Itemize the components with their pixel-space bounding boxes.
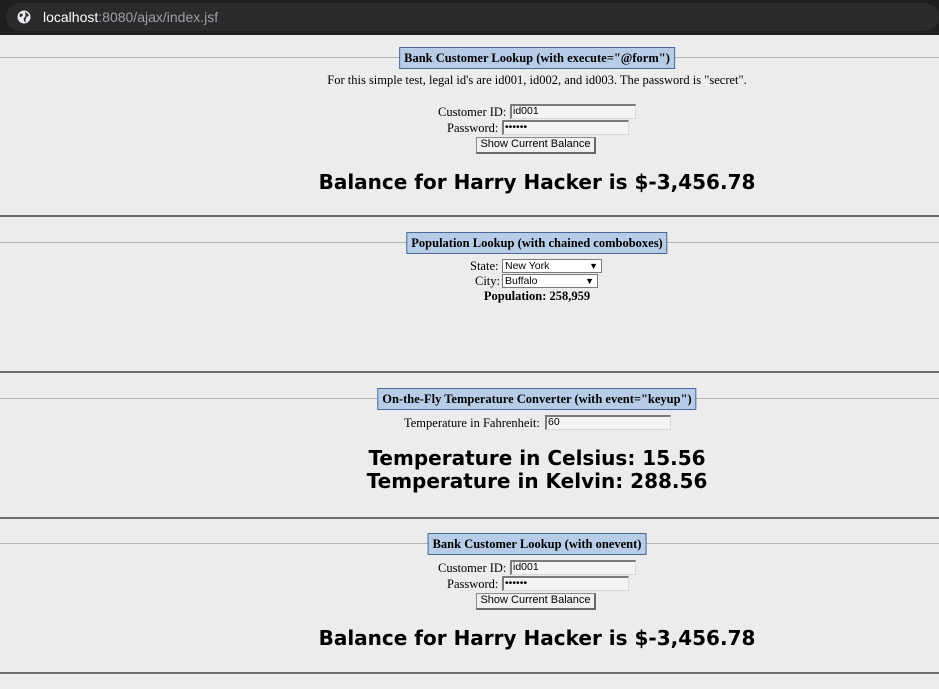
browser-address-bar: localhost:8080/ajax/index.jsf [0,0,939,35]
section-divider [0,517,939,519]
fahrenheit-input[interactable]: 60 [545,415,671,430]
section-divider [0,672,939,674]
customer-id-input[interactable]: id001 [510,104,636,119]
section-legend: On-the-Fly Temperature Converter (with e… [377,388,697,410]
url-host: localhost [43,9,99,25]
password-input[interactable]: •••••• [502,120,629,135]
customer-id-input[interactable]: id001 [510,560,636,575]
bank-lookup-onevent-section: Bank Customer Lookup (with onevent) Cust… [0,533,939,683]
globe-icon[interactable] [17,10,31,24]
password-label: Password: [447,121,499,135]
section-legend: Bank Customer Lookup (with onevent) [427,533,647,555]
kelvin-result: Temperature in Kelvin: 288.56 [366,469,708,493]
city-label: City: [475,274,501,288]
section-legend: Population Lookup (with chained combobox… [406,232,668,254]
balance-result: Balance for Harry Hacker is $-3,456.78 [318,170,756,194]
population-result: Population: 258,959 [483,289,591,303]
section-legend: Bank Customer Lookup (with execute="@for… [399,47,675,69]
triangle-down-icon: ▼ [585,276,594,286]
password-label: Password: [447,577,499,591]
population-lookup-section: Population Lookup (with chained combobox… [0,232,939,372]
instructions-text: For this simple test, legal id's are id0… [327,73,747,87]
state-select[interactable]: New York ▼ [502,259,602,273]
section-divider [0,371,939,373]
customer-id-label: Customer ID: [438,561,507,575]
balance-result: Balance for Harry Hacker is $-3,456.78 [318,626,756,650]
state-selected-value: New York [505,260,550,272]
city-select[interactable]: Buffalo ▼ [502,274,598,288]
show-balance-button[interactable]: Show Current Balance [476,593,596,610]
celsius-result: Temperature in Celsius: 15.56 [368,446,706,470]
fahrenheit-label: Temperature in Fahrenheit: [404,416,540,430]
page-content: Bank Customer Lookup (with execute="@for… [0,35,939,689]
bank-lookup-form-section: Bank Customer Lookup (with execute="@for… [0,47,939,217]
password-input[interactable]: •••••• [502,576,629,591]
temperature-converter-section: On-the-Fly Temperature Converter (with e… [0,388,939,518]
triangle-down-icon: ▼ [589,261,598,271]
show-balance-button[interactable]: Show Current Balance [476,137,596,154]
url-box[interactable]: localhost:8080/ajax/index.jsf [6,3,939,31]
section-divider [0,215,939,217]
city-selected-value: Buffalo [505,275,538,287]
customer-id-label: Customer ID: [438,105,507,119]
url-text[interactable]: localhost:8080/ajax/index.jsf [43,9,218,25]
state-label: State: [470,259,499,273]
url-path: :8080/ajax/index.jsf [98,9,219,25]
